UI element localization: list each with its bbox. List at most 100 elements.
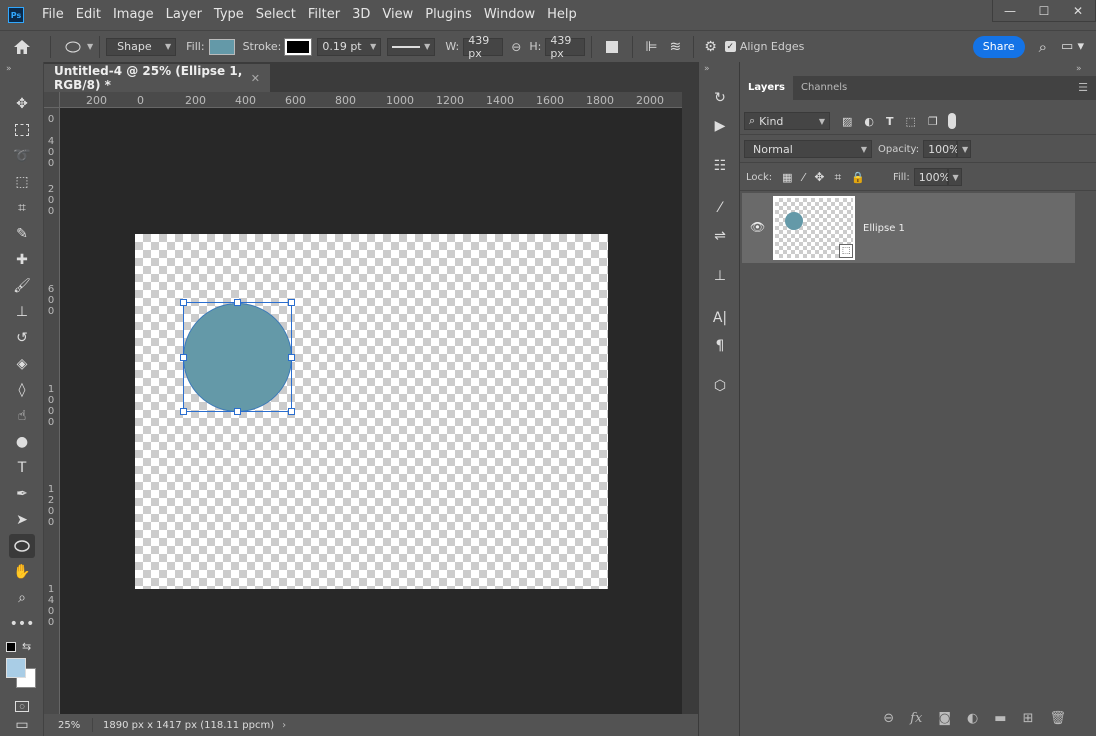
menu-filter[interactable]: Filter: [302, 0, 346, 30]
expand-panels-icon[interactable]: »: [1076, 64, 1082, 74]
dodge-tool-icon[interactable]: ●: [9, 430, 35, 454]
tab-channels[interactable]: Channels: [793, 76, 855, 100]
ellipse-tool-preset-icon[interactable]: ▼: [65, 41, 93, 53]
filter-pixel-icon[interactable]: ▨: [842, 115, 852, 128]
eraser-tool-icon[interactable]: ◈: [9, 352, 35, 376]
layer-name[interactable]: Ellipse 1: [863, 223, 905, 234]
hand-tool-icon[interactable]: ✋: [9, 560, 35, 584]
clone-source-panel-icon[interactable]: ⊥: [707, 264, 733, 288]
panel-menu-icon[interactable]: ☰: [1078, 76, 1088, 100]
search-icon[interactable]: ⌕: [1039, 38, 1047, 56]
minimize-icon[interactable]: —: [993, 0, 1027, 22]
fill-opacity-input[interactable]: 100%: [913, 168, 950, 186]
paragraph-panel-icon[interactable]: ¶: [707, 334, 733, 358]
menu-window[interactable]: Window: [478, 0, 541, 30]
actions-panel-icon[interactable]: ▶: [707, 114, 733, 138]
close-window-icon[interactable]: ✕: [1061, 0, 1095, 22]
transform-handle[interactable]: [288, 299, 295, 306]
zoom-tool-icon[interactable]: ⌕: [9, 586, 35, 610]
menu-edit[interactable]: Edit: [70, 0, 107, 30]
lasso-tool-icon[interactable]: ➰: [9, 144, 35, 168]
link-icon[interactable]: ⊖: [511, 40, 521, 54]
path-arrangement-icon[interactable]: ≋: [670, 39, 682, 55]
transform-handle[interactable]: [288, 408, 295, 415]
gear-icon[interactable]: ⚙: [704, 39, 717, 55]
menu-help[interactable]: Help: [541, 0, 583, 30]
default-colors-icon[interactable]: [6, 642, 16, 652]
transform-handle[interactable]: [180, 299, 187, 306]
transform-handle[interactable]: [288, 354, 295, 361]
tab-layers[interactable]: Layers: [740, 76, 793, 100]
tool-mode-select[interactable]: Shape ▼: [106, 37, 177, 56]
new-group-icon[interactable]: ▬: [994, 711, 1006, 726]
transform-handle[interactable]: [234, 408, 241, 415]
filter-smart-object-icon[interactable]: ❐: [928, 115, 938, 128]
crop-tool-icon[interactable]: ⌗: [9, 196, 35, 220]
opacity-dropdown[interactable]: ▼: [957, 140, 972, 158]
character-panel-icon[interactable]: A|: [707, 306, 733, 330]
menu-image[interactable]: Image: [107, 0, 160, 30]
type-tool-icon[interactable]: T: [9, 456, 35, 480]
collapse-icon[interactable]: »: [704, 64, 710, 74]
layer-row[interactable]: 👁 ⬚ Ellipse 1: [742, 193, 1075, 263]
path-alignment-icon[interactable]: ⊫: [645, 39, 657, 55]
path-selection-tool-icon[interactable]: ➤: [9, 508, 35, 532]
history-panel-icon[interactable]: ↻: [707, 86, 733, 110]
lock-transparent-icon[interactable]: ▦: [782, 171, 792, 184]
stroke-width-input[interactable]: 0.19 pt ▼: [317, 37, 382, 56]
menu-file[interactable]: File: [36, 0, 70, 30]
stroke-type-select[interactable]: ▼: [387, 37, 436, 56]
transform-handle[interactable]: [180, 408, 187, 415]
share-button[interactable]: Share: [972, 35, 1025, 58]
filter-type-icon[interactable]: T: [886, 115, 894, 128]
width-input[interactable]: 439 px: [463, 34, 504, 60]
foreground-color-swatch[interactable]: [6, 658, 26, 678]
eye-visibility-icon[interactable]: 👁: [750, 220, 765, 234]
3d-panel-icon[interactable]: ⬡: [707, 374, 733, 398]
collapse-icon[interactable]: »: [6, 64, 12, 74]
close-icon[interactable]: ✕: [251, 72, 260, 85]
filter-shape-icon[interactable]: ⬚: [906, 115, 916, 128]
adjustments-panel-icon[interactable]: ☷: [707, 154, 733, 178]
marquee-tool-icon[interactable]: [9, 118, 35, 142]
add-mask-icon[interactable]: ◙: [938, 711, 951, 726]
home-icon[interactable]: [0, 39, 44, 55]
lock-image-icon[interactable]: ⁄: [803, 171, 805, 184]
align-edges-checkbox[interactable]: ✓: [724, 41, 736, 52]
menu-type[interactable]: Type: [208, 0, 250, 30]
document-tab[interactable]: Untitled-4 @ 25% (Ellipse 1, RGB/8) * ✕: [44, 64, 270, 92]
lock-position-icon[interactable]: ✥: [814, 170, 824, 184]
transform-handle[interactable]: [234, 299, 241, 306]
ellipse-tool-icon[interactable]: [9, 534, 35, 558]
menu-layer[interactable]: Layer: [160, 0, 208, 30]
adjustment-layer-icon[interactable]: ◐: [967, 711, 978, 726]
transform-handle[interactable]: [180, 354, 187, 361]
link-layers-icon[interactable]: ⊖: [883, 711, 894, 726]
paint-bucket-tool-icon[interactable]: ◊: [9, 378, 35, 402]
filter-kind-select[interactable]: ⌕ Kind ▼: [744, 112, 830, 130]
path-operations-icon[interactable]: [606, 40, 619, 53]
new-layer-icon[interactable]: ⊞: [1023, 711, 1034, 726]
quick-mask-icon[interactable]: ○: [9, 694, 35, 718]
healing-brush-tool-icon[interactable]: ✚: [9, 248, 35, 272]
menu-select[interactable]: Select: [250, 0, 302, 30]
vertical-scrollbar[interactable]: [682, 92, 698, 714]
lock-all-icon[interactable]: 🔒: [851, 171, 865, 184]
clone-stamp-tool-icon[interactable]: ⊥: [9, 300, 35, 324]
pen-tool-icon[interactable]: ✒: [9, 482, 35, 506]
maximize-icon[interactable]: ☐: [1027, 0, 1061, 22]
brushes-panel-icon[interactable]: ⁄: [707, 196, 733, 220]
stroke-swatch[interactable]: [284, 37, 313, 56]
swap-colors-icon[interactable]: ⇆: [22, 640, 31, 653]
menu-plugins[interactable]: Plugins: [419, 0, 478, 30]
brush-settings-panel-icon[interactable]: ⇌: [707, 224, 733, 248]
smudge-tool-icon[interactable]: ☝: [9, 404, 35, 428]
menu-view[interactable]: View: [376, 0, 419, 30]
eyedropper-tool-icon[interactable]: ✎: [9, 222, 35, 246]
blend-mode-select[interactable]: Normal ▼: [744, 140, 872, 158]
layer-thumbnail[interactable]: ⬚: [773, 196, 855, 260]
move-tool-icon[interactable]: ✥: [9, 92, 35, 116]
filter-adjustment-icon[interactable]: ◐: [864, 115, 874, 128]
lock-artboard-icon[interactable]: ⌗: [834, 170, 841, 185]
fill-opacity-dropdown[interactable]: ▼: [947, 168, 962, 186]
